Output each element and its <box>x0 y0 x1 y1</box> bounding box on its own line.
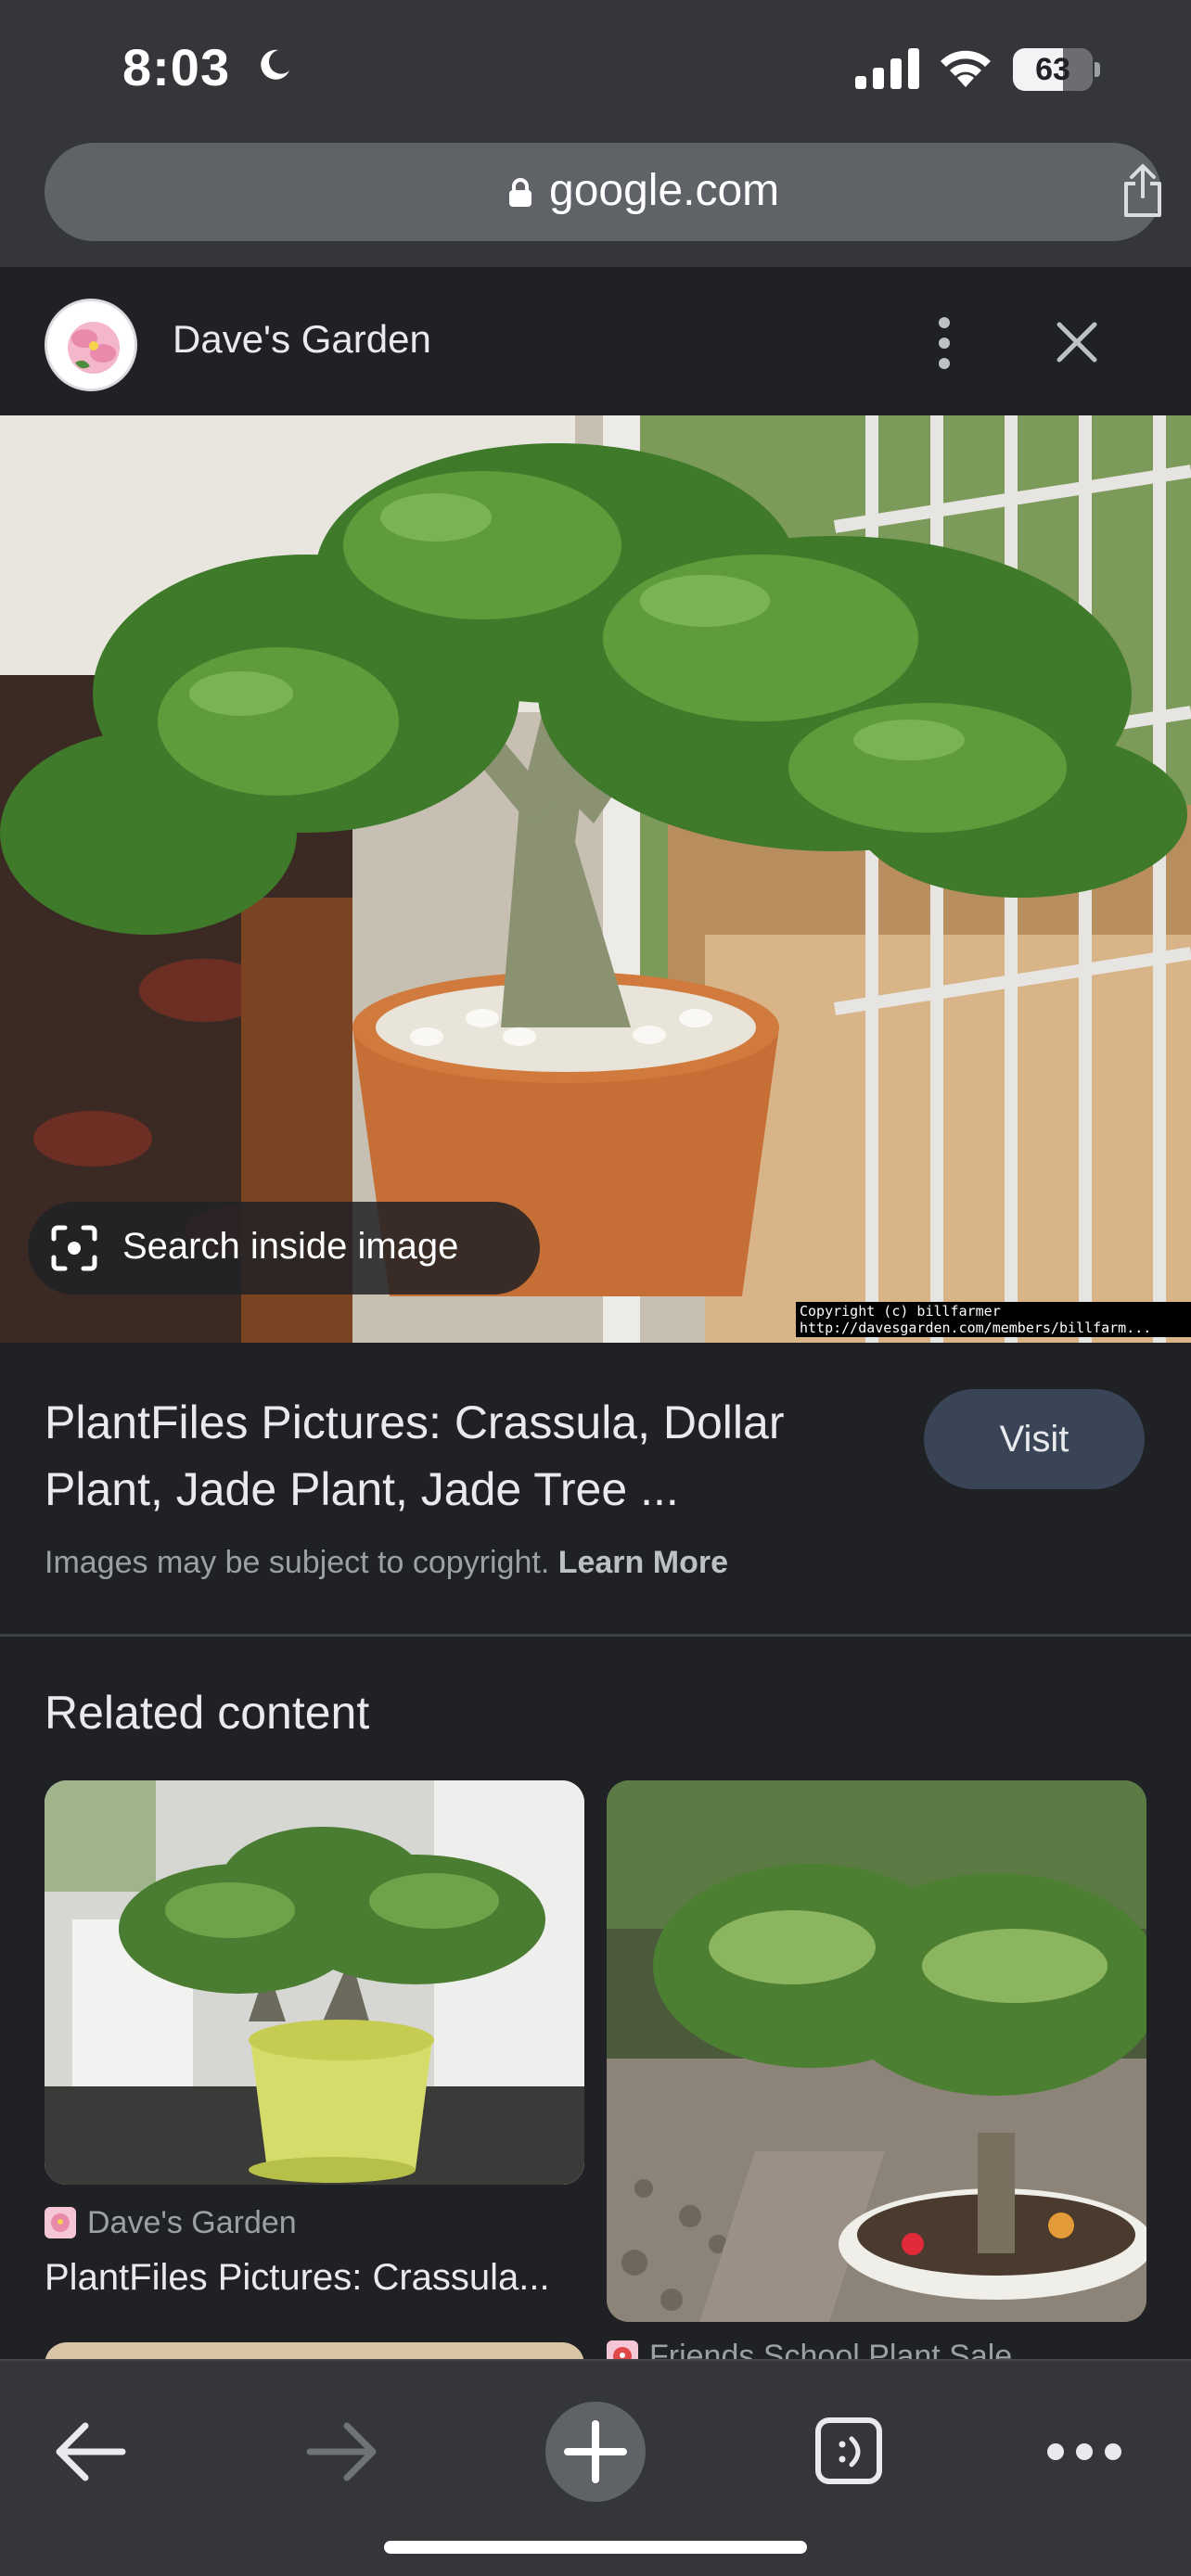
copyright-note: Images may be subject to copyright. Lear… <box>45 1545 728 1581</box>
plus-icon <box>564 2420 627 2483</box>
related-card-source-label: Dave's Garden <box>87 2205 297 2240</box>
image-watermark: Copyright (c) billfarmer http://davesgar… <box>796 1302 1191 1337</box>
related-card-image[interactable] <box>607 1780 1146 2322</box>
moon-icon <box>261 49 289 80</box>
jade-plant-thumbnail <box>45 1780 584 2185</box>
copyright-note-text: Images may be subject to copyright. <box>45 1545 550 1580</box>
visit-button[interactable]: Visit <box>924 1389 1145 1489</box>
jade-plant-outdoor-thumbnail <box>607 1780 1146 2322</box>
battery-level: 63 <box>1035 52 1070 87</box>
back-arrow-icon[interactable] <box>52 2413 130 2491</box>
learn-more-link[interactable]: Learn More <box>558 1545 728 1580</box>
address-bar[interactable]: google.com <box>45 143 1161 241</box>
divider <box>0 1634 1191 1637</box>
related-content-heading: Related content <box>45 1687 370 1739</box>
lock-icon <box>509 178 531 207</box>
url-text: google.com <box>549 166 780 215</box>
search-inside-label: Search inside image <box>122 1226 459 1267</box>
url-bar-area: google.com <box>0 139 1191 269</box>
wifi-icon <box>941 50 991 87</box>
cellular-signal-icon <box>855 48 919 89</box>
flower-logo-icon <box>45 2207 76 2238</box>
flower-logo-icon <box>47 301 134 389</box>
more-horiz-icon[interactable] <box>1043 2433 1126 2470</box>
forward-arrow-icon[interactable] <box>302 2413 380 2491</box>
related-card-source: Dave's Garden <box>45 2205 297 2241</box>
result-title[interactable]: PlantFiles Pictures: Crassula, Dollar Pl… <box>45 1389 879 1523</box>
more-vert-icon[interactable] <box>926 310 963 376</box>
source-avatar[interactable] <box>45 299 137 391</box>
share-icon[interactable] <box>1119 163 1167 219</box>
related-card-image[interactable] <box>45 1780 584 2185</box>
close-icon[interactable] <box>1054 319 1100 365</box>
related-card-title[interactable]: PlantFiles Pictures: Crassula... <box>45 2257 564 2299</box>
new-tab-button[interactable] <box>545 2402 646 2502</box>
source-name[interactable]: Dave's Garden <box>173 317 431 362</box>
home-indicator[interactable] <box>384 2541 807 2554</box>
status-bar: 8:03 63 <box>0 0 1191 139</box>
source-header: Dave's Garden <box>0 271 1191 415</box>
battery-icon: 63 <box>1013 48 1100 91</box>
lens-icon <box>51 1225 97 1271</box>
search-inside-image-button[interactable]: Search inside image <box>28 1202 540 1294</box>
status-time: 8:03 <box>122 38 231 96</box>
tabs-icon[interactable] <box>814 2417 883 2485</box>
